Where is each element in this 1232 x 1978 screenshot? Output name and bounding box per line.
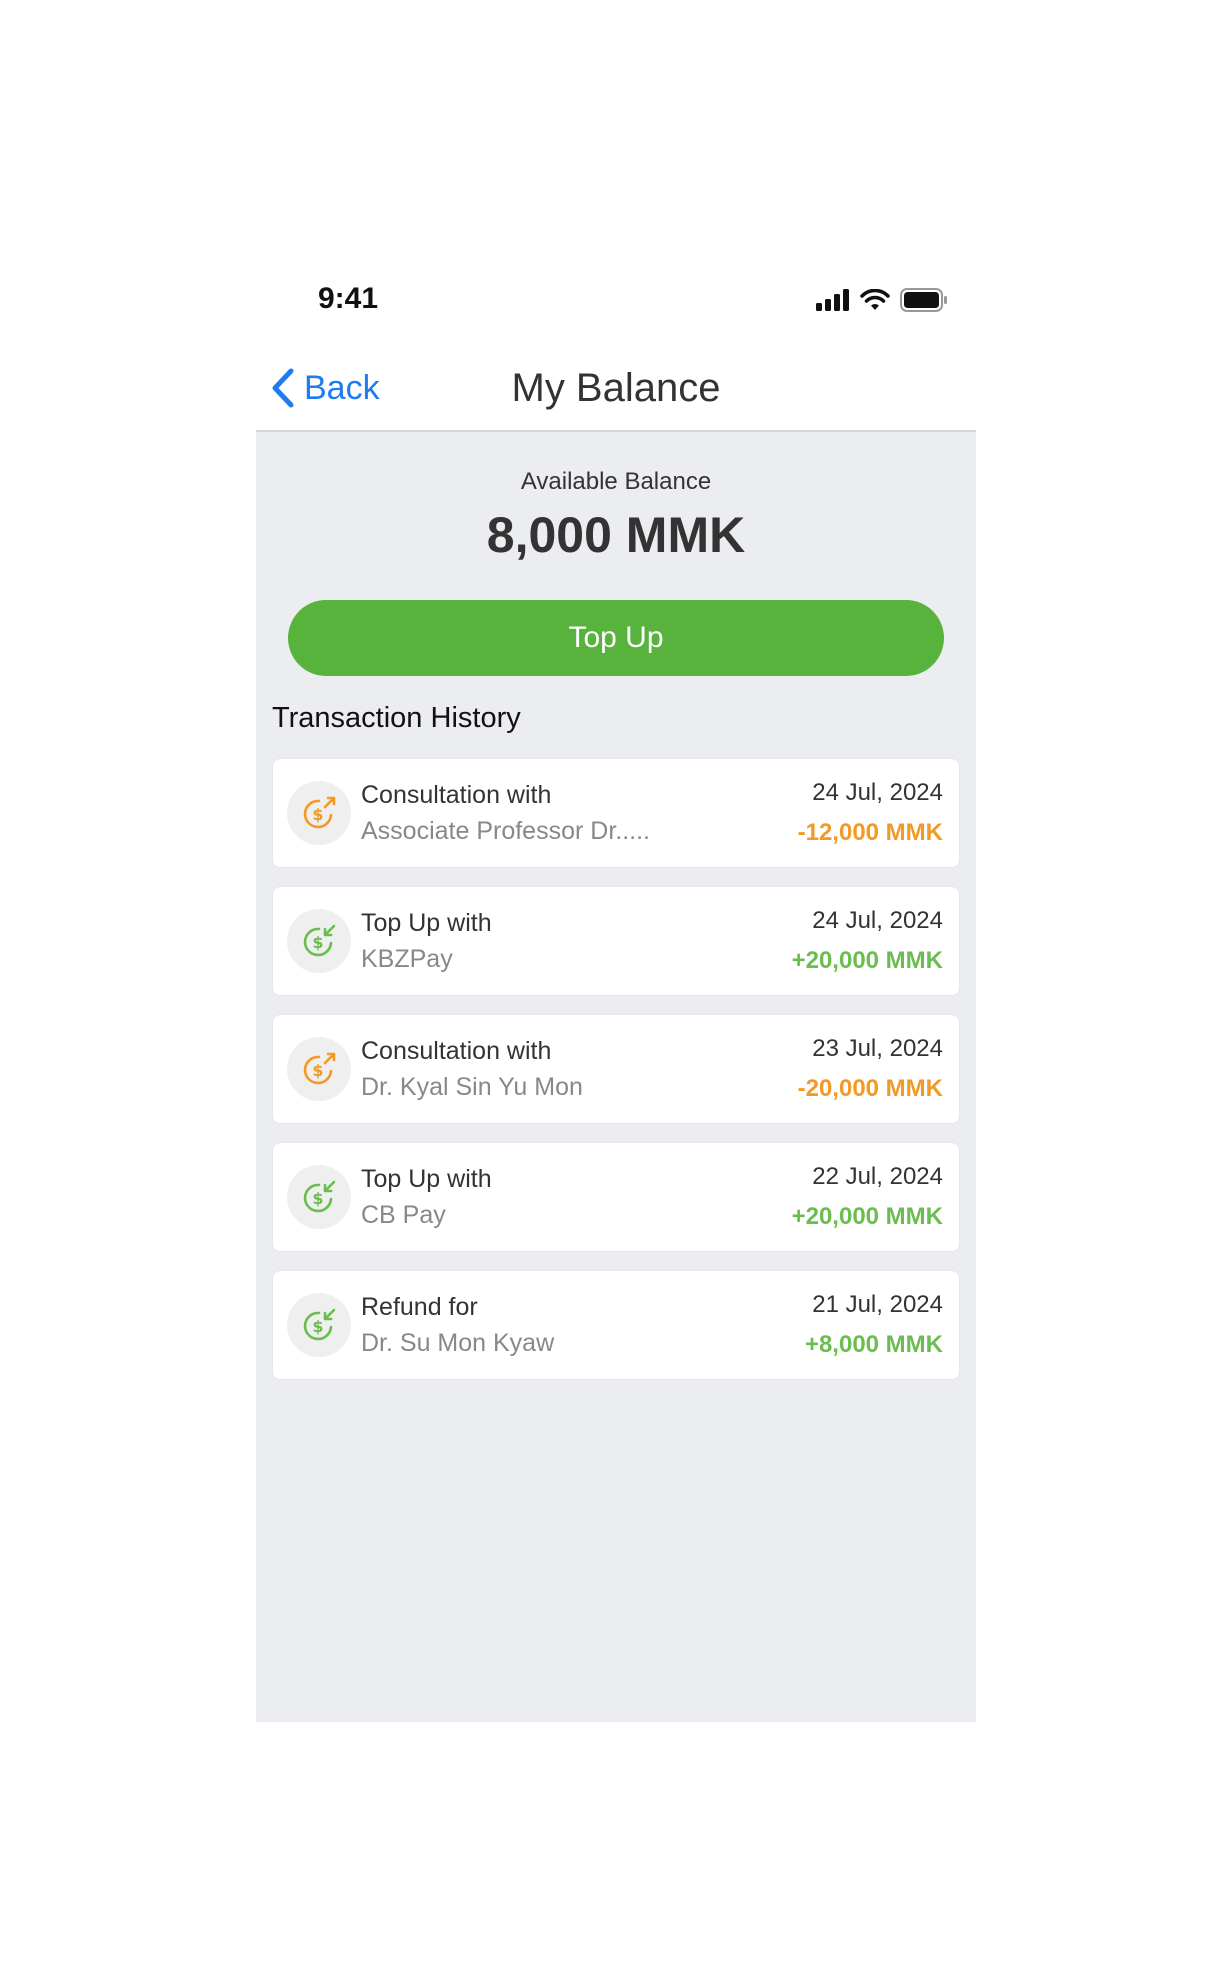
transaction-subtitle: Associate Professor Dr..... [361, 817, 650, 845]
transaction-title: Refund for [361, 1293, 478, 1321]
transaction-title: Consultation with [361, 1037, 552, 1065]
svg-text:$: $ [312, 1317, 323, 1336]
money-incoming-icon: $ [287, 1165, 351, 1229]
transaction-subtitle: CB Pay [361, 1201, 446, 1229]
svg-text:$: $ [312, 933, 323, 952]
wifi-icon [860, 289, 890, 310]
navigation-bar: Back My Balance [256, 356, 976, 432]
transaction-title: Top Up with [361, 909, 492, 937]
transaction-item[interactable]: $ Top Up with KBZPay 24 Jul, 2024 +20,00… [272, 886, 960, 996]
status-icons [816, 288, 948, 312]
transaction-amount: -20,000 MMK [797, 1075, 943, 1102]
transaction-item[interactable]: $ Top Up with CB Pay 22 Jul, 2024 +20,00… [272, 1142, 960, 1252]
money-outgoing-icon: $ [287, 1037, 351, 1101]
page-title: My Balance [511, 366, 721, 410]
money-incoming-icon: $ [287, 909, 351, 973]
transaction-date: 22 Jul, 2024 [812, 1163, 943, 1190]
transaction-subtitle: Dr. Su Mon Kyaw [361, 1329, 555, 1357]
svg-text:$: $ [312, 1061, 323, 1080]
transaction-subtitle: Dr. Kyal Sin Yu Mon [361, 1073, 583, 1101]
transaction-amount: -12,000 MMK [797, 819, 943, 846]
available-balance-label: Available Balance [520, 468, 712, 495]
transaction-item[interactable]: $ Refund for Dr. Su Mon Kyaw 21 Jul, 202… [272, 1270, 960, 1380]
transaction-title: Consultation with [361, 781, 552, 809]
money-incoming-icon: $ [287, 1293, 351, 1357]
transaction-item[interactable]: $ Consultation with Dr. Kyal Sin Yu Mon … [272, 1014, 960, 1124]
transaction-subtitle: KBZPay [361, 945, 453, 973]
transaction-item[interactable]: $ Consultation with Associate Professor … [272, 758, 960, 868]
available-balance-amount: 8,000 MMK [486, 507, 746, 563]
transaction-title: Top Up with [361, 1165, 492, 1193]
money-outgoing-icon: $ [287, 781, 351, 845]
balance-content: Available Balance 8,000 MMK Top Up Trans… [256, 432, 976, 1722]
top-up-button[interactable]: Top Up [288, 600, 944, 676]
status-bar: 9:41 [256, 270, 976, 336]
transaction-amount: +20,000 MMK [791, 1203, 943, 1230]
status-time: 9:41 [318, 282, 379, 315]
transaction-history-title: Transaction History [272, 702, 521, 734]
transaction-amount: +8,000 MMK [804, 1331, 943, 1358]
svg-text:$: $ [312, 1189, 323, 1208]
phone-screen: 9:41 Back My Balance Available Balance 8… [256, 270, 976, 1722]
transaction-date: 21 Jul, 2024 [812, 1291, 943, 1318]
transaction-list: $ Consultation with Associate Professor … [272, 758, 960, 1398]
transaction-date: 24 Jul, 2024 [812, 779, 943, 806]
cellular-signal-icon [816, 289, 849, 311]
transaction-amount: +20,000 MMK [791, 947, 943, 974]
svg-text:$: $ [312, 805, 323, 824]
battery-icon [900, 288, 947, 312]
transaction-date: 23 Jul, 2024 [812, 1035, 943, 1062]
transaction-date: 24 Jul, 2024 [812, 907, 943, 934]
